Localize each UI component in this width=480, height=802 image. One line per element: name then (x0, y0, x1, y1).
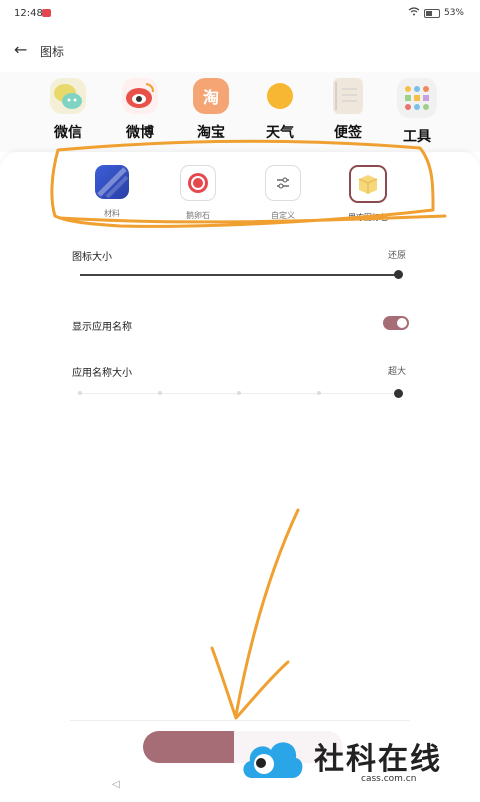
preview-app-tools: 工具 (387, 78, 447, 146)
app-name-size-step[interactable] (237, 391, 241, 395)
preview-app-taobao: 淘 淘宝 (181, 78, 241, 142)
preview-app-label: 工具 (403, 129, 431, 145)
style-option-label: 果冻图标包 (348, 213, 388, 222)
style-option-pebble[interactable]: 鹅卵石 (163, 165, 233, 221)
icon-size-slider-thumb[interactable] (394, 270, 403, 279)
icon-preview: 微信 微博 淘 淘宝 天气 便签 工具 (0, 72, 480, 152)
preview-app-weibo: 微博 (110, 78, 170, 142)
weibo-icon (122, 78, 158, 114)
show-app-name-toggle[interactable] (383, 316, 409, 330)
app-name-size-step[interactable] (78, 391, 82, 395)
status-indicators: 53% (408, 7, 464, 19)
battery-icon (423, 8, 440, 18)
wifi-icon (408, 7, 420, 19)
app-name-size-step[interactable] (316, 391, 321, 395)
battery-level: 53% (443, 8, 464, 18)
preview-app-notes: 便签 (318, 78, 378, 142)
material-style-icon (95, 165, 129, 199)
style-option-label: 材料 (104, 209, 120, 218)
jelly-pack-icon (349, 165, 387, 203)
icon-size-slider[interactable] (80, 274, 398, 276)
taobao-icon: 淘 (193, 78, 229, 114)
page-title: 图标 (40, 45, 65, 59)
status-bar: 12:48 53% (0, 0, 480, 28)
pebble-style-icon (180, 165, 216, 201)
icon-style-list: 材料 鹅卵石 自定义 果冻图标包 (55, 165, 430, 225)
style-option-material[interactable]: 材料 (77, 165, 147, 219)
page-header: ← 图标 (0, 38, 480, 62)
watermark-title: 社科在线 (314, 742, 442, 777)
notification-icon (42, 9, 51, 17)
preview-app-weather: 天气 (250, 78, 310, 142)
status-time: 12:48 (14, 8, 43, 19)
show-app-name-label: 显示应用名称 (72, 322, 132, 333)
style-option-label: 自定义 (271, 211, 295, 220)
style-option-jelly-pack[interactable]: 果冻图标包 (333, 165, 403, 223)
preview-app-label: 微博 (126, 125, 154, 141)
preview-app-wechat: 微信 (38, 78, 98, 142)
bottom-divider (70, 720, 410, 721)
icon-size-reset-button[interactable]: 还原 (388, 248, 406, 261)
tools-icon (397, 78, 437, 118)
cloud-logo-icon (243, 742, 303, 778)
weather-icon (262, 78, 298, 114)
preview-app-label: 天气 (266, 125, 294, 141)
app-name-size-slider-thumb[interactable] (394, 389, 403, 398)
preview-app-label: 淘宝 (197, 125, 225, 141)
app-name-size-step[interactable] (157, 391, 162, 395)
taobao-glyph: 淘 (202, 88, 219, 107)
wechat-icon (50, 78, 86, 114)
nav-back-icon[interactable]: ◁ (112, 779, 120, 790)
watermark: 社科在线 cass.com.cn (234, 730, 480, 790)
watermark-url: cass.com.cn (361, 774, 417, 784)
preview-app-label: 微信 (54, 125, 82, 141)
style-option-custom[interactable]: 自定义 (248, 165, 318, 221)
icon-size-label: 图标大小 (72, 252, 112, 263)
style-option-label: 鹅卵石 (186, 211, 210, 220)
notes-icon (333, 78, 363, 114)
app-name-size-value: 超大 (388, 367, 407, 377)
app-name-size-label: 应用名称大小 (72, 368, 132, 379)
custom-style-icon (265, 165, 301, 201)
back-arrow-icon[interactable]: ← (14, 40, 27, 59)
preview-app-label: 便签 (334, 125, 362, 141)
